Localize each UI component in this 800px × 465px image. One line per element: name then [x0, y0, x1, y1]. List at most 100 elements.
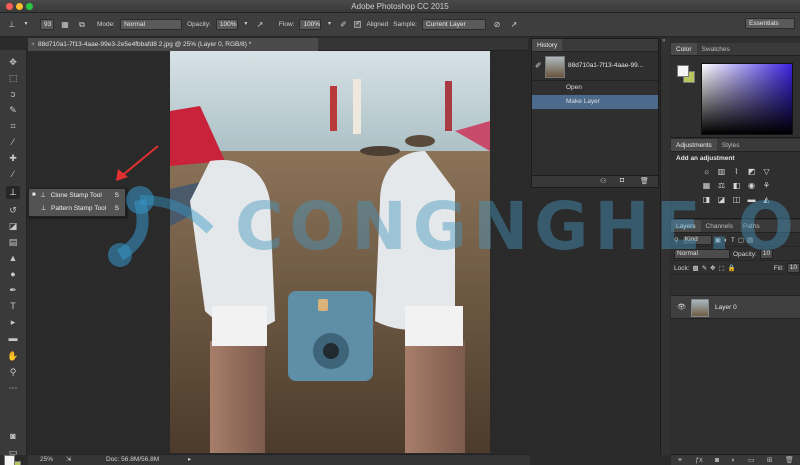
- filter-adjustment-icon[interactable]: ◐: [724, 237, 728, 244]
- color-balance-icon[interactable]: ⚖: [716, 181, 727, 191]
- channel-mixer-icon[interactable]: ⚘: [761, 181, 772, 191]
- mode-select[interactable]: Normal: [120, 19, 183, 30]
- flyout-item-pattern-stamp[interactable]: ⊥ Pattern Stamp Tool S: [29, 202, 125, 215]
- posterize-icon[interactable]: ◪: [716, 195, 727, 205]
- tab-history[interactable]: History: [532, 39, 563, 51]
- brush-panel-icon[interactable]: ▦: [59, 19, 71, 30]
- lock-all-icon[interactable]: 🔒: [728, 264, 736, 272]
- lasso-tool-icon[interactable]: ↄ: [6, 88, 20, 101]
- ignore-adjustment-layers-icon[interactable]: ⊘: [491, 19, 503, 30]
- curves-icon[interactable]: ⌇: [731, 167, 742, 177]
- tab-color[interactable]: Color: [671, 43, 697, 55]
- filter-type-icon[interactable]: T: [731, 237, 735, 244]
- tab-paths[interactable]: Paths: [738, 220, 765, 232]
- chevron-down-icon[interactable]: ▾: [326, 19, 332, 30]
- new-layer-icon[interactable]: ⊞: [767, 456, 773, 464]
- hand-tool-icon[interactable]: ✋: [6, 350, 20, 363]
- eyedropper-tool-icon[interactable]: ⁄: [6, 136, 20, 149]
- move-tool-icon[interactable]: ✥: [6, 56, 20, 69]
- zoom-level[interactable]: 25%: [40, 456, 53, 463]
- blur-tool-icon[interactable]: ▲: [6, 252, 20, 265]
- history-brush-tool-icon[interactable]: ↺: [6, 204, 20, 217]
- exposure-icon[interactable]: ◩: [746, 167, 757, 177]
- rectangle-tool-icon[interactable]: ▬: [6, 332, 20, 345]
- tab-channels[interactable]: Channels: [701, 220, 738, 232]
- lock-position-icon[interactable]: ✥: [710, 264, 715, 272]
- layer-item[interactable]: 👁 Layer 0: [671, 295, 800, 319]
- sample-select[interactable]: Current Layer: [422, 19, 486, 30]
- more-tools-icon[interactable]: ⋯: [6, 382, 20, 395]
- history-snapshot[interactable]: ✐ 88d710a1-7f13-4aae-99...: [532, 53, 658, 81]
- brush-size-picker[interactable]: 93: [40, 19, 54, 30]
- filter-smart-object-icon[interactable]: ▤: [747, 236, 753, 244]
- history-state[interactable]: Open: [532, 81, 658, 95]
- vibrance-icon[interactable]: ▽: [761, 167, 772, 177]
- brush-tool-icon[interactable]: ∕: [6, 168, 20, 181]
- filter-shape-icon[interactable]: ▢: [738, 236, 744, 244]
- camera-icon[interactable]: ◘: [620, 177, 624, 184]
- chevron-down-icon[interactable]: ▾: [243, 19, 249, 30]
- black-white-icon[interactable]: ◧: [731, 181, 742, 191]
- eraser-tool-icon[interactable]: ◪: [6, 220, 20, 233]
- clone-source-panel-icon[interactable]: ⧉: [76, 19, 88, 30]
- add-mask-icon[interactable]: ◙: [715, 457, 719, 464]
- photo-filter-icon[interactable]: ◉: [746, 181, 757, 191]
- quick-select-tool-icon[interactable]: ✎: [6, 104, 20, 117]
- brightness-icon[interactable]: ☼: [701, 167, 712, 177]
- chevron-down-icon[interactable]: ▾: [23, 19, 29, 30]
- path-select-tool-icon[interactable]: ▸: [6, 316, 20, 329]
- levels-icon[interactable]: ▥: [716, 167, 727, 177]
- trash-icon[interactable]: 🗑: [640, 177, 649, 185]
- canvas-area[interactable]: [28, 51, 530, 453]
- selective-color-icon[interactable]: ◭: [761, 195, 772, 205]
- crop-tool-icon[interactable]: ⌗: [6, 120, 20, 133]
- marquee-tool-icon[interactable]: ⬚: [6, 72, 20, 85]
- tab-swatches[interactable]: Swatches: [697, 43, 735, 55]
- pen-tool-icon[interactable]: ✒: [6, 284, 20, 297]
- zoom-tool-icon[interactable]: ⚲: [6, 366, 20, 379]
- history-brush-source-icon[interactable]: ✐: [535, 61, 542, 70]
- flow-input[interactable]: 100%: [299, 19, 322, 30]
- layer-fill-input[interactable]: 10: [786, 263, 800, 273]
- screen-mode-icon[interactable]: ▭: [6, 446, 20, 459]
- layer-style-icon[interactable]: ƒx: [695, 457, 702, 464]
- visibility-eye-icon[interactable]: 👁: [677, 303, 686, 311]
- threshold-icon[interactable]: ◫: [731, 195, 742, 205]
- layer-opacity-input[interactable]: 10: [759, 249, 774, 259]
- lock-image-icon[interactable]: ✎: [702, 264, 707, 272]
- document-image[interactable]: [170, 51, 490, 453]
- new-document-from-state-icon[interactable]: ⚇: [600, 177, 606, 185]
- close-icon[interactable]: ×: [31, 38, 35, 51]
- new-group-icon[interactable]: ▭: [748, 456, 755, 464]
- clone-stamp-tool-preset-icon[interactable]: ⊥: [6, 19, 18, 30]
- document-tab[interactable]: × 88d710a1-7f13-4aae-99e3-2e5e4fbbafd8 2…: [28, 38, 318, 51]
- history-state[interactable]: Make Layer: [532, 95, 658, 109]
- trash-icon[interactable]: 🗑: [785, 456, 794, 464]
- clone-stamp-tool-icon[interactable]: ⊥: [6, 186, 20, 199]
- tab-styles[interactable]: Styles: [717, 139, 745, 151]
- invert-icon[interactable]: ◨: [701, 195, 712, 205]
- healing-brush-tool-icon[interactable]: ✚: [6, 152, 20, 165]
- dodge-tool-icon[interactable]: ●: [6, 268, 20, 281]
- tab-layers[interactable]: Layers: [671, 220, 701, 232]
- type-tool-icon[interactable]: T: [6, 300, 20, 313]
- layer-filter-kind-select[interactable]: Kind: [681, 235, 712, 245]
- new-adjustment-layer-icon[interactable]: ◐: [731, 457, 735, 464]
- hue-saturation-icon[interactable]: ▦: [701, 181, 712, 191]
- layer-name[interactable]: Layer 0: [715, 304, 737, 311]
- airbrush-icon[interactable]: ✐: [337, 19, 349, 30]
- export-icon[interactable]: ⇲: [66, 455, 71, 463]
- link-layers-icon[interactable]: ⚭: [677, 456, 683, 464]
- collapse-panels-icon[interactable]: »: [662, 38, 665, 44]
- workspace-switcher[interactable]: Essentials: [745, 18, 795, 29]
- lock-artboard-icon[interactable]: ⬚: [719, 264, 725, 272]
- gradient-map-icon[interactable]: ▬: [746, 195, 757, 205]
- opacity-input[interactable]: 100%: [215, 19, 238, 30]
- pressure-size-icon[interactable]: ↗: [508, 19, 520, 30]
- tab-adjustments[interactable]: Adjustments: [671, 139, 717, 151]
- quick-mask-icon[interactable]: ◙: [6, 430, 20, 443]
- aligned-checkbox[interactable]: ✓: [354, 21, 362, 28]
- filter-pixel-icon[interactable]: ▣: [715, 236, 721, 244]
- blend-mode-select[interactable]: Normal: [674, 249, 730, 259]
- gradient-tool-icon[interactable]: ▤: [6, 236, 20, 249]
